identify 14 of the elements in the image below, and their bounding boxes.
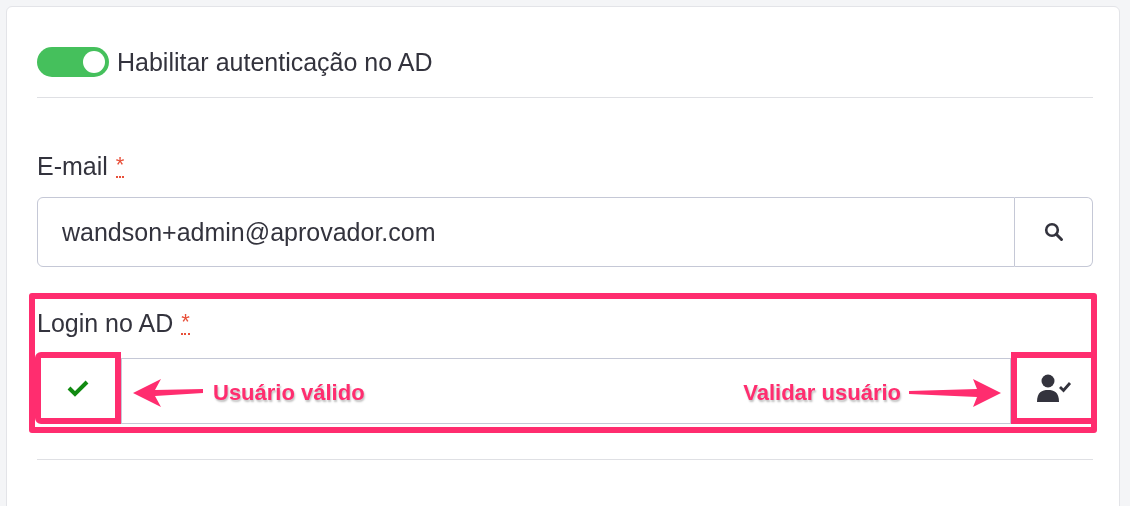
- toggle-switch[interactable]: [37, 47, 109, 77]
- required-mark: *: [115, 154, 125, 178]
- check-icon: [66, 378, 90, 398]
- search-button[interactable]: [1015, 197, 1093, 267]
- toggle-label: Habilitar autenticação no AD: [117, 47, 433, 77]
- email-field[interactable]: wandson+admin@aprovador.com: [37, 197, 1015, 267]
- field-label: E-mail: [37, 152, 108, 181]
- search-icon: [1043, 222, 1064, 242]
- annotation-label: Usuário válido: [213, 380, 365, 406]
- required-mark: *: [181, 311, 190, 335]
- user-check-icon: [1036, 372, 1072, 404]
- field-label: Login no AD: [37, 309, 174, 338]
- annotation-label: Validar usuário: [743, 380, 901, 406]
- login-field[interactable]: [121, 358, 1011, 424]
